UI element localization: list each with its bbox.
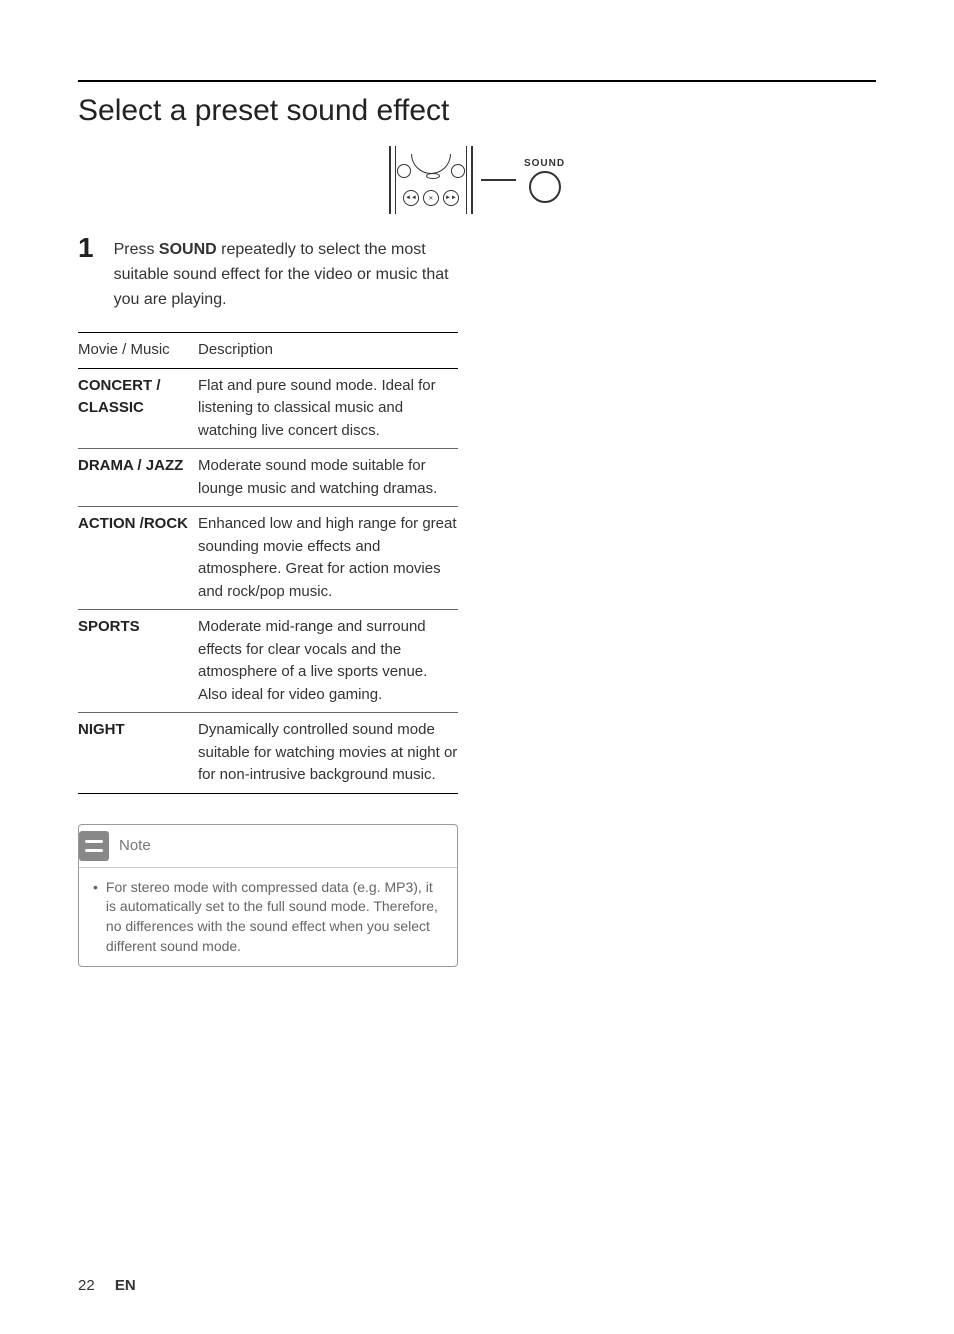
mode-name: NIGHT <box>78 719 198 787</box>
note-text: For stereo mode with compressed data (e.… <box>106 878 443 956</box>
table-header-desc: Description <box>198 339 458 362</box>
remote-illustration: ◄◄ ✕ ►► SOUND <box>352 146 602 214</box>
table-row: NIGHT Dynamically controlled sound mode … <box>78 713 458 794</box>
mode-name: CONCERT / CLASSIC <box>78 375 198 443</box>
mute-icon: ✕ <box>423 190 439 206</box>
remote-panel: ◄◄ ✕ ►► <box>389 146 473 214</box>
mode-desc: Flat and pure sound mode. Ideal for list… <box>198 375 458 443</box>
note-label: Note <box>119 837 151 854</box>
table-header-row: Movie / Music Description <box>78 332 458 369</box>
table-header-mode: Movie / Music <box>78 339 198 362</box>
sound-button-callout: SOUND <box>524 158 565 203</box>
section-divider <box>78 80 876 82</box>
mode-desc: Enhanced low and high range for great so… <box>198 513 458 603</box>
forward-icon: ►► <box>443 190 459 206</box>
note-header: Note <box>79 825 457 867</box>
step-number: 1 <box>78 234 94 312</box>
mode-desc: Moderate mid-range and surround effects … <box>198 616 458 706</box>
section-title: Select a preset sound effect <box>78 94 876 128</box>
note-bullet: • <box>93 878 98 956</box>
nav-arc <box>411 154 451 174</box>
table-row: CONCERT / CLASSIC Flat and pure sound mo… <box>78 369 458 450</box>
step-text: Press SOUND repeatedly to select the mos… <box>114 234 458 312</box>
step-text-pre: Press <box>114 241 159 258</box>
page-number: 22 <box>78 1277 95 1294</box>
callout-line <box>481 179 516 181</box>
page-footer: 22 EN <box>78 1277 136 1294</box>
sound-mode-table: Movie / Music Description CONCERT / CLAS… <box>78 332 458 794</box>
note-block: Note • For stereo mode with compressed d… <box>78 824 458 967</box>
mode-desc: Dynamically controlled sound mode suitab… <box>198 719 458 787</box>
table-row: DRAMA / JAZZ Moderate sound mode suitabl… <box>78 449 458 507</box>
note-icon <box>79 831 109 861</box>
rewind-icon: ◄◄ <box>403 190 419 206</box>
mode-name: ACTION /ROCK <box>78 513 198 603</box>
page-language: EN <box>115 1277 136 1294</box>
table-row: ACTION /ROCK Enhanced low and high range… <box>78 507 458 610</box>
sound-button-circle <box>529 171 561 203</box>
button-circle-left <box>397 164 411 178</box>
sound-button-label: SOUND <box>524 158 565 169</box>
table-row: SPORTS Moderate mid-range and surround e… <box>78 610 458 713</box>
button-circle-right <box>451 164 465 178</box>
mode-desc: Moderate sound mode suitable for lounge … <box>198 455 458 500</box>
step-text-bold: SOUND <box>159 241 217 258</box>
mode-name: SPORTS <box>78 616 198 706</box>
note-body: • For stereo mode with compressed data (… <box>79 867 457 966</box>
step-1: 1 Press SOUND repeatedly to select the m… <box>78 234 458 312</box>
mode-name: DRAMA / JAZZ <box>78 455 198 500</box>
